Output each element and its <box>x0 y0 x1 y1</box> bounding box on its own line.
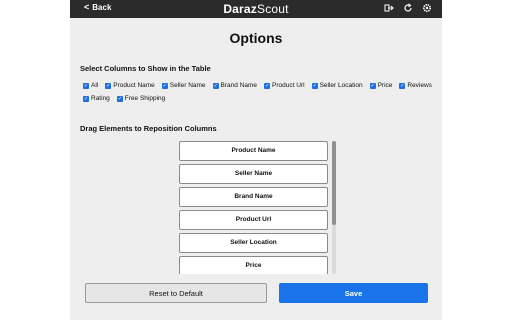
checkbox-label: Rating <box>91 95 110 102</box>
page-title: Options <box>229 30 283 46</box>
checkbox-label: Product Url <box>272 82 305 89</box>
checkbox-checked-icon[interactable]: ✓ <box>116 95 123 102</box>
checkbox-label: All <box>91 82 99 89</box>
checkbox-checked-icon[interactable]: ✓ <box>83 95 89 102</box>
checkbox-label: Brand Name <box>220 82 258 89</box>
checkbox-checked-icon[interactable]: ✓ <box>161 82 168 89</box>
checkbox-label: Free Shipping <box>124 95 166 102</box>
checkbox-all[interactable]: ✓ All <box>83 82 98 89</box>
checkbox-label: Price <box>377 82 393 89</box>
checkbox-label: Seller Location <box>319 82 363 89</box>
columns-section-label: Select Columns to Show in the Table <box>80 64 211 73</box>
checkbox-checked-icon[interactable]: ✓ <box>105 82 112 89</box>
export-icon[interactable] <box>383 3 394 16</box>
checkbox-label: Seller Name <box>169 82 206 89</box>
checkbox-reviews[interactable]: ✓ Reviews <box>399 82 432 89</box>
draggable-column-item[interactable]: Product Url <box>179 210 328 230</box>
checkbox-checked-icon[interactable]: ✓ <box>212 82 219 89</box>
checkbox-label: Reviews <box>407 82 432 89</box>
checkbox-brand-name[interactable]: ✓ Brand Name <box>212 82 258 89</box>
title-bar: < Back DarazScout <box>70 0 442 18</box>
checkbox-price[interactable]: ✓ Price <box>369 82 393 89</box>
brand-part-2: Scout <box>257 2 289 16</box>
checkbox-seller-location[interactable]: ✓ Seller Location <box>311 82 363 89</box>
draggable-column-item[interactable]: Seller Name <box>179 164 328 184</box>
checkbox-checked-icon[interactable]: ✓ <box>399 82 406 89</box>
draggable-column-item[interactable]: Seller Location <box>179 233 328 253</box>
brand-part-1: Daraz <box>223 2 257 16</box>
checkbox-product-name[interactable]: ✓ Product Name <box>105 82 155 89</box>
checkbox-checked-icon[interactable]: ✓ <box>264 82 271 89</box>
draggable-column-item[interactable]: Brand Name <box>179 187 328 207</box>
save-button[interactable]: Save <box>279 283 428 303</box>
scrollbar-thumb[interactable] <box>332 141 336 225</box>
column-checkboxes: ✓ All ✓ Product Name ✓ Seller Name ✓ Brand N… <box>83 82 433 102</box>
options-popup: < Back DarazScout Options Select Columns… <box>70 0 442 320</box>
settings-icon[interactable] <box>421 3 432 16</box>
refresh-icon[interactable] <box>402 3 413 16</box>
checkbox-checked-icon[interactable]: ✓ <box>311 82 318 89</box>
list-scrollbar[interactable] <box>332 141 336 274</box>
checkbox-checked-icon[interactable]: ✓ <box>369 82 376 89</box>
draggable-column-item[interactable]: Price <box>179 256 328 274</box>
reorder-section-label: Drag Elements to Reposition Columns <box>80 124 217 133</box>
checkbox-seller-name[interactable]: ✓ Seller Name <box>161 82 206 89</box>
checkbox-checked-icon[interactable]: ✓ <box>83 82 89 89</box>
reset-to-default-button[interactable]: Reset to Default <box>85 283 267 303</box>
draggable-column-item[interactable]: Product Name <box>179 141 328 161</box>
checkbox-free-shipping[interactable]: ✓ Free Shipping <box>116 95 166 102</box>
reorder-list: Product Name Seller Name Brand Name Prod… <box>179 141 330 274</box>
titlebar-icons <box>383 3 432 16</box>
checkbox-product-url[interactable]: ✓ Product Url <box>264 82 305 89</box>
checkbox-label: Product Name <box>113 82 155 89</box>
checkbox-rating[interactable]: ✓ Rating <box>83 95 110 102</box>
